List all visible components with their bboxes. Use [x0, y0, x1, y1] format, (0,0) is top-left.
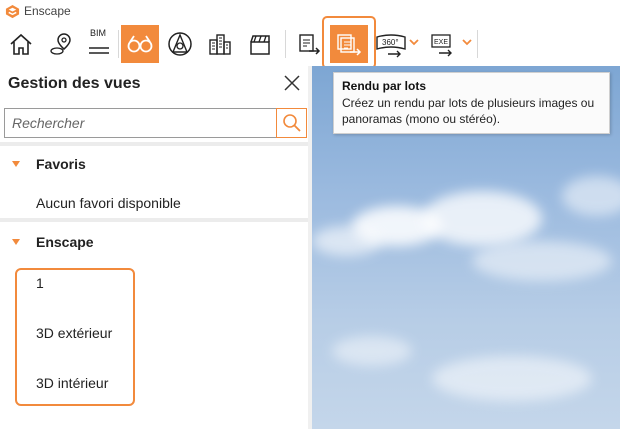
- toolbar-separator: [118, 30, 119, 58]
- svg-text:360°: 360°: [382, 38, 399, 47]
- export-dropdown-chevron-icon[interactable]: [461, 36, 473, 48]
- render-image-icon: [299, 34, 321, 55]
- cloud: [422, 191, 542, 246]
- search-input[interactable]: [5, 109, 276, 137]
- toolbar: BIM 360° EXE: [0, 22, 620, 66]
- panorama-button[interactable]: 360°: [372, 25, 410, 63]
- cloud: [312, 226, 382, 256]
- map-pin-icon: [50, 33, 71, 55]
- app-title: Enscape: [24, 4, 71, 18]
- navigation-icon: [168, 32, 192, 56]
- section-header-enscape[interactable]: Enscape: [12, 234, 94, 250]
- batch-render-highlight: [322, 16, 376, 69]
- views-pin-button[interactable]: [42, 25, 80, 63]
- views-binoculars-icon: [127, 35, 153, 53]
- tooltip: Rendu par lots Créez un rendu par lots d…: [333, 72, 610, 134]
- bim-button[interactable]: BIM: [80, 25, 118, 63]
- panel-title: Gestion des vues: [8, 75, 141, 92]
- assets-button[interactable]: [201, 25, 239, 63]
- no-favorites-text: Aucun favori disponible: [36, 195, 181, 211]
- buildings-icon: [209, 34, 231, 55]
- views-button[interactable]: [121, 25, 159, 63]
- cloud: [472, 241, 612, 281]
- close-icon[interactable]: [283, 74, 301, 92]
- home-button[interactable]: [2, 25, 40, 63]
- tooltip-title: Rendu par lots: [342, 79, 427, 93]
- section-header-favoris[interactable]: Favoris: [12, 156, 86, 172]
- section-divider: [0, 218, 308, 222]
- video-clapper-icon: [250, 35, 270, 55]
- video-editor-button[interactable]: [241, 25, 279, 63]
- title-bar: Enscape: [0, 0, 620, 22]
- bim-icon: [89, 47, 109, 54]
- home-icon: [10, 33, 32, 55]
- panorama-dropdown-chevron-icon[interactable]: [408, 36, 420, 48]
- expand-caret-icon: [12, 239, 20, 245]
- export-exe-icon: EXE: [431, 34, 452, 57]
- panorama-360-icon: 360°: [376, 34, 406, 58]
- svg-text:EXE: EXE: [434, 39, 448, 46]
- section-divider: [0, 142, 308, 146]
- toolbar-separator: [285, 30, 286, 58]
- views-list-highlight: [15, 268, 135, 406]
- toolbar-separator: [477, 30, 478, 58]
- search-button[interactable]: [276, 108, 307, 138]
- search-icon: [282, 114, 301, 132]
- expand-caret-icon: [12, 161, 20, 167]
- cloud: [432, 356, 592, 401]
- tooltip-description: Créez un rendu par lots de plusieurs ima…: [342, 96, 595, 126]
- section-title: Favoris: [36, 156, 86, 172]
- navigation-button[interactable]: [161, 25, 199, 63]
- export-button[interactable]: EXE: [424, 25, 462, 63]
- cloud: [562, 176, 620, 216]
- section-title: Enscape: [36, 234, 94, 250]
- search-field[interactable]: [4, 108, 277, 138]
- enscape-logo-icon: [5, 4, 20, 19]
- view-management-panel: Gestion des vues Favoris Aucun favori di…: [0, 66, 312, 429]
- bim-label: BIM: [90, 28, 107, 38]
- cloud: [332, 336, 412, 366]
